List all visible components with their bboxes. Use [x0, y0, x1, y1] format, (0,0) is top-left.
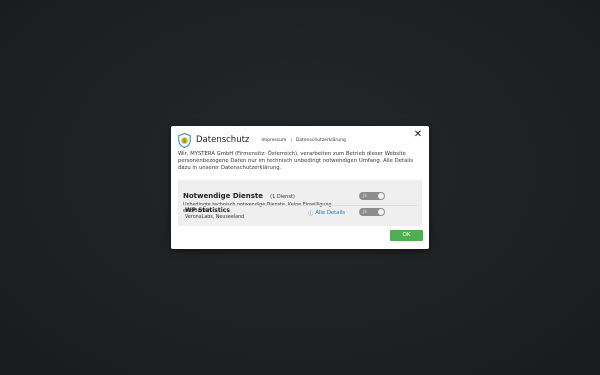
ok-button[interactable]: OK: [390, 230, 423, 241]
dialog-header: § Datenschutz Impressum | Datenschutzerk…: [178, 132, 346, 148]
privacy-policy-link[interactable]: Datenschutzerklärung: [296, 138, 346, 143]
shield-icon: §: [178, 132, 191, 148]
privacy-dialog: ✕ § Datenschutz Impressum | Datenschutze…: [171, 126, 429, 249]
toggle-knob: [378, 193, 384, 199]
service-toggle-label: ja: [363, 209, 367, 214]
close-icon[interactable]: ✕: [413, 130, 423, 140]
group-toggle-label: ja: [363, 193, 367, 198]
header-links: Impressum | Datenschutzerklärung: [261, 138, 345, 143]
divider: [183, 205, 417, 206]
service-wp-statistics: WP Statistics VeronaLabs, Neuseeland: [185, 207, 295, 220]
group-count: (1 Dienst): [270, 194, 295, 200]
dialog-title: Datenschutz: [196, 135, 250, 145]
group-title: Notwendige Dienste: [183, 192, 264, 200]
group-toggle[interactable]: ja: [359, 192, 385, 200]
impressum-link[interactable]: Impressum: [261, 138, 286, 143]
info-icon: ⓘ: [308, 211, 314, 217]
toggle-knob: [378, 209, 384, 215]
service-name: WP Statistics: [185, 207, 230, 214]
necessary-services-group: Notwendige Dienste (1 Dienst) Unbedingte…: [178, 180, 422, 226]
service-toggle[interactable]: ja: [359, 208, 385, 216]
all-details-label: Alle Details: [315, 210, 346, 216]
all-details-link[interactable]: ⓘ Alle Details: [308, 209, 345, 217]
link-separator: |: [290, 137, 292, 143]
dialog-description: Wir, MYSTERA GmbH (Firmensitz: Österreic…: [178, 151, 413, 172]
service-provider: VeronaLabs, Neuseeland: [185, 215, 245, 220]
